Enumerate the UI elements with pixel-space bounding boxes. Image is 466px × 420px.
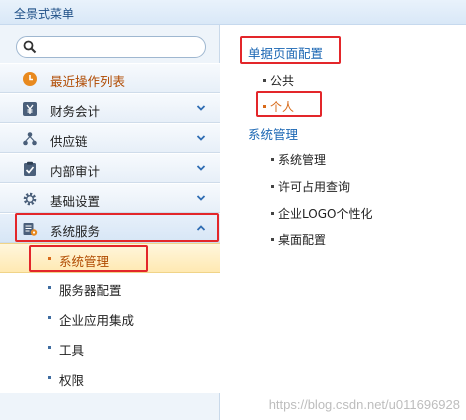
chevron-down-icon bbox=[196, 105, 206, 111]
bullet-icon bbox=[271, 158, 274, 161]
content-item-logo-personalization[interactable]: 企业LOGO个性化 bbox=[271, 205, 372, 222]
system-service-icon bbox=[23, 223, 38, 236]
bullet-icon bbox=[48, 346, 51, 349]
page-title: 全景式菜单 bbox=[14, 7, 75, 21]
chevron-down-icon bbox=[196, 135, 206, 141]
menu-item-system-service[interactable]: 系统服务 bbox=[0, 213, 220, 243]
bullet-icon bbox=[48, 376, 51, 379]
submenu-system-service: 系统管理 服务器配置 企业应用集成 工具 权限 bbox=[0, 243, 220, 393]
chevron-up-icon bbox=[196, 225, 206, 231]
content-item-public[interactable]: 公共 bbox=[263, 72, 294, 89]
search-input[interactable] bbox=[41, 39, 199, 55]
search-box[interactable] bbox=[16, 36, 206, 58]
clipboard-check-icon bbox=[24, 161, 36, 176]
submenu-item-tools[interactable]: 工具 bbox=[0, 333, 220, 363]
section-title-document-page-config[interactable]: 单据页面配置 bbox=[248, 43, 323, 62]
supply-chain-icon bbox=[23, 132, 37, 146]
menu-item-label: 内部审计 bbox=[50, 164, 101, 179]
submenu-item-permissions[interactable]: 权限 bbox=[0, 363, 220, 393]
main-menu: 最近操作列表 财务会计 供应链 内部审计 基础设置 系统服务 系统管理 服务器配… bbox=[0, 63, 220, 393]
yen-icon bbox=[23, 102, 37, 116]
menu-item-label: 财务会计 bbox=[50, 104, 101, 119]
bullet-icon bbox=[271, 212, 274, 215]
bullet-icon bbox=[271, 185, 274, 188]
menu-item-basic-settings[interactable]: 基础设置 bbox=[0, 183, 220, 213]
chevron-down-icon bbox=[196, 165, 206, 171]
gear-icon bbox=[23, 192, 37, 206]
title-bar: 全景式菜单 bbox=[0, 0, 466, 25]
section-title-system-management[interactable]: 系统管理 bbox=[248, 124, 298, 143]
content-item-personal[interactable]: 个人 bbox=[263, 98, 294, 115]
content-item-system-management[interactable]: 系统管理 bbox=[271, 151, 326, 168]
menu-item-finance[interactable]: 财务会计 bbox=[0, 93, 220, 123]
submenu-item-label: 权限 bbox=[59, 373, 85, 388]
content-item-label: 桌面配置 bbox=[278, 233, 327, 247]
bullet-icon bbox=[48, 316, 51, 319]
content-item-label: 企业LOGO个性化 bbox=[278, 207, 373, 221]
content-item-label: 个人 bbox=[270, 100, 295, 114]
submenu-item-system-management[interactable]: 系统管理 bbox=[0, 243, 220, 273]
submenu-item-enterprise-integration[interactable]: 企业应用集成 bbox=[0, 303, 220, 333]
content-panel: 单据页面配置 公共 个人 系统管理 系统管理 许可占用查询 企业LOGO个性化 … bbox=[221, 25, 466, 420]
content-item-label: 公共 bbox=[270, 74, 295, 88]
watermark: https://blog.csdn.net/u011696928 bbox=[268, 397, 460, 412]
submenu-item-label: 企业应用集成 bbox=[59, 313, 135, 328]
submenu-item-label: 工具 bbox=[59, 343, 85, 358]
menu-item-label: 供应链 bbox=[50, 134, 88, 149]
submenu-item-label: 系统管理 bbox=[59, 254, 110, 269]
submenu-item-server-config[interactable]: 服务器配置 bbox=[0, 273, 220, 303]
menu-item-label: 基础设置 bbox=[50, 194, 101, 209]
content-item-label: 许可占用查询 bbox=[278, 180, 351, 194]
menu-item-supply-chain[interactable]: 供应链 bbox=[0, 123, 220, 153]
chevron-down-icon bbox=[196, 195, 206, 201]
bullet-icon bbox=[48, 286, 51, 289]
content-item-desktop-config[interactable]: 桌面配置 bbox=[271, 231, 326, 248]
menu-item-label: 系统服务 bbox=[50, 224, 101, 239]
bullet-icon bbox=[263, 79, 266, 82]
menu-item-label: 最近操作列表 bbox=[50, 74, 126, 89]
search-icon bbox=[23, 40, 37, 54]
bullet-icon bbox=[263, 105, 266, 108]
menu-item-internal-audit[interactable]: 内部审计 bbox=[0, 153, 220, 183]
menu-item-recent[interactable]: 最近操作列表 bbox=[0, 63, 220, 93]
content-item-license-query[interactable]: 许可占用查询 bbox=[271, 178, 350, 195]
bullet-icon bbox=[48, 257, 51, 260]
bullet-icon bbox=[271, 238, 274, 241]
content-item-label: 系统管理 bbox=[278, 153, 327, 167]
clock-icon bbox=[23, 72, 37, 86]
submenu-item-label: 服务器配置 bbox=[59, 283, 122, 298]
sidebar: 最近操作列表 财务会计 供应链 内部审计 基础设置 系统服务 系统管理 服务器配… bbox=[0, 25, 220, 420]
